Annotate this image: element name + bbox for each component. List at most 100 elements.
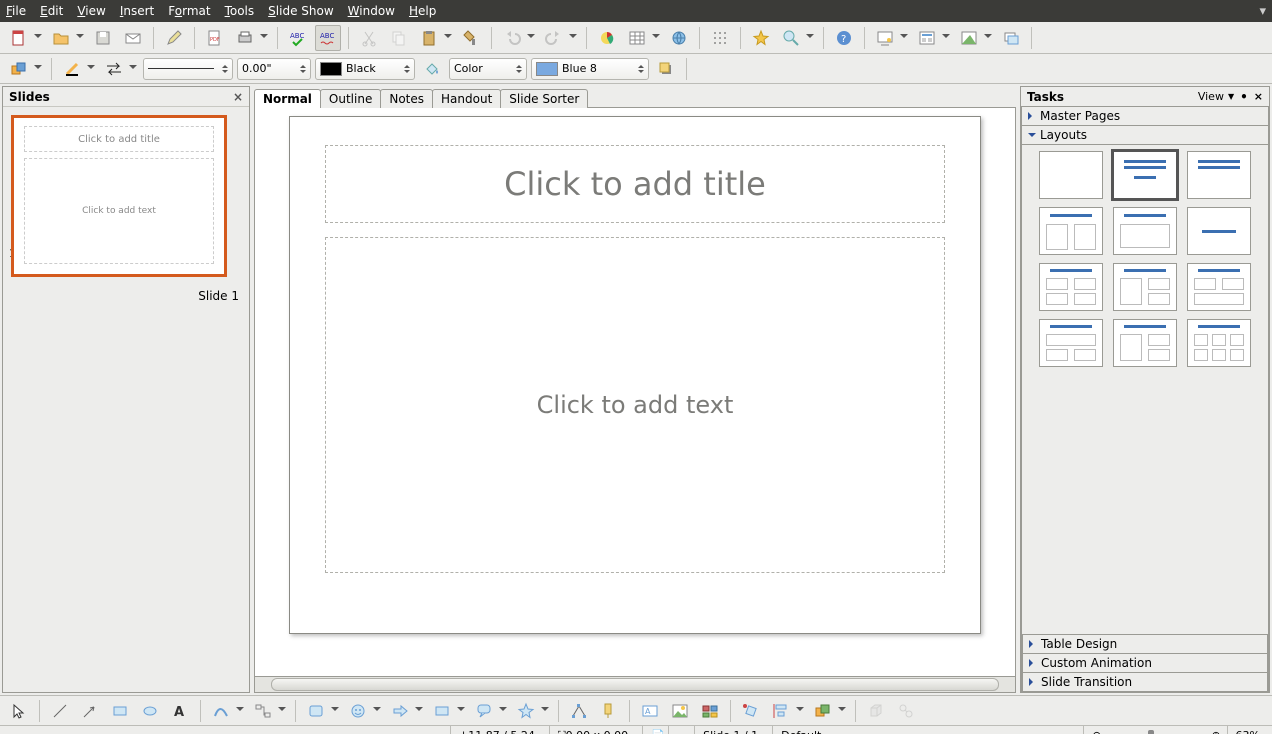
line-style-combo[interactable] [143, 58, 233, 80]
curve-dropdown[interactable] [234, 698, 246, 724]
chart-button[interactable] [594, 25, 620, 51]
menu-view[interactable]: View [77, 4, 105, 18]
rotate-tool[interactable] [738, 698, 764, 724]
text-tool[interactable]: A [167, 698, 193, 724]
select-tool[interactable] [6, 698, 32, 724]
slide-layout-button[interactable] [914, 25, 940, 51]
menu-help[interactable]: Help [409, 4, 436, 18]
menu-edit[interactable]: Edit [40, 4, 63, 18]
layout-4boxes[interactable] [1113, 319, 1177, 367]
help-button[interactable]: ? [831, 25, 857, 51]
menu-window[interactable]: Window [348, 4, 395, 18]
section-table-design[interactable]: Table Design [1022, 634, 1268, 654]
redo-button[interactable] [541, 25, 567, 51]
print-dropdown[interactable] [258, 25, 270, 51]
interaction-tool[interactable] [893, 698, 919, 724]
gallery-tool[interactable] [697, 698, 723, 724]
edit-button[interactable] [161, 25, 187, 51]
undo-button[interactable] [499, 25, 525, 51]
star-tool[interactable] [513, 698, 539, 724]
points-tool[interactable] [566, 698, 592, 724]
menu-insert[interactable]: Insert [120, 4, 154, 18]
flowchart-tool[interactable] [429, 698, 455, 724]
zoom-percent[interactable]: 63% [1227, 726, 1268, 734]
arrange-dropdown[interactable] [32, 56, 44, 82]
cut-button[interactable] [356, 25, 382, 51]
basic-shapes-dropdown[interactable] [329, 698, 341, 724]
symbol-shapes-dropdown[interactable] [371, 698, 383, 724]
arrow-style-button[interactable] [101, 56, 127, 82]
shadow-button[interactable] [653, 56, 679, 82]
new-doc-dropdown[interactable] [32, 25, 44, 51]
extrusion-tool[interactable] [863, 698, 889, 724]
hyperlink-button[interactable] [666, 25, 692, 51]
save-button[interactable] [90, 25, 116, 51]
layout-two-content[interactable] [1039, 207, 1103, 255]
from-file-tool[interactable] [667, 698, 693, 724]
line-color-button[interactable] [59, 56, 85, 82]
align-dropdown[interactable] [794, 698, 806, 724]
callout-dropdown[interactable] [497, 698, 509, 724]
arrow-style-dropdown[interactable] [127, 56, 139, 82]
undo-dropdown[interactable] [525, 25, 537, 51]
align-tool[interactable] [768, 698, 794, 724]
layout-title-content[interactable] [1113, 151, 1177, 199]
arrange2-tool[interactable] [810, 698, 836, 724]
line-tool[interactable] [47, 698, 73, 724]
fill-color-combo[interactable]: Blue 8 [531, 58, 649, 80]
paste-button[interactable] [416, 25, 442, 51]
line-color-dropdown[interactable] [85, 56, 97, 82]
table-dropdown[interactable] [650, 25, 662, 51]
title-placeholder[interactable]: Click to add title [325, 145, 945, 223]
rectangle-tool[interactable] [107, 698, 133, 724]
slideshow-button[interactable] [872, 25, 898, 51]
tasks-view-menu[interactable]: View [1198, 90, 1224, 103]
layout-6boxes[interactable] [1187, 319, 1251, 367]
slide-canvas[interactable]: Click to add title Click to add text [289, 116, 981, 634]
section-custom-animation[interactable]: Custom Animation [1022, 653, 1268, 673]
redo-dropdown[interactable] [567, 25, 579, 51]
section-slide-transition[interactable]: Slide Transition [1022, 672, 1268, 692]
curve-tool[interactable] [208, 698, 234, 724]
export-pdf-button[interactable]: PDF [202, 25, 228, 51]
slides-panel-close-icon[interactable]: × [233, 90, 243, 104]
block-arrows-dropdown[interactable] [413, 698, 425, 724]
copy-button[interactable] [386, 25, 412, 51]
zoom-dropdown[interactable] [804, 25, 816, 51]
tab-sorter[interactable]: Slide Sorter [500, 89, 588, 108]
grid-button[interactable] [707, 25, 733, 51]
section-master-pages[interactable]: Master Pages [1021, 106, 1269, 126]
layout-title-only[interactable] [1187, 151, 1251, 199]
slide-master-button[interactable] [998, 25, 1024, 51]
tasks-panel-close-icon[interactable]: × [1254, 90, 1263, 103]
arrange-button[interactable] [6, 56, 32, 82]
callout-tool[interactable] [471, 698, 497, 724]
navigator-button[interactable] [748, 25, 774, 51]
layout-1-over-2[interactable] [1039, 319, 1103, 367]
horizontal-scrollbar[interactable] [254, 677, 1016, 693]
menu-format[interactable]: Format [168, 4, 210, 18]
zoom-out-icon[interactable]: ⊖ [1083, 726, 1109, 734]
email-button[interactable] [120, 25, 146, 51]
status-signature-icon[interactable] [668, 726, 688, 734]
arrange2-dropdown[interactable] [836, 698, 848, 724]
section-layouts[interactable]: Layouts [1021, 125, 1269, 145]
minimize-icon[interactable]: ▾ [1259, 4, 1266, 19]
layout-content-only[interactable] [1113, 207, 1177, 255]
menu-slideshow[interactable]: Slide Show [268, 4, 334, 18]
block-arrows-tool[interactable] [387, 698, 413, 724]
fill-bucket-button[interactable] [419, 56, 445, 82]
new-doc-button[interactable] [6, 25, 32, 51]
layout-2-1[interactable] [1187, 263, 1251, 311]
ellipse-tool[interactable] [137, 698, 163, 724]
arrow-line-tool[interactable] [77, 698, 103, 724]
menu-tools[interactable]: Tools [225, 4, 255, 18]
line-color-combo[interactable]: Black [315, 58, 415, 80]
fontwork-tool[interactable]: A [637, 698, 663, 724]
layout-1-2[interactable] [1113, 263, 1177, 311]
slide-design-dropdown[interactable] [982, 25, 994, 51]
basic-shapes-tool[interactable] [303, 698, 329, 724]
symbol-shapes-tool[interactable] [345, 698, 371, 724]
format-paintbrush-button[interactable] [458, 25, 484, 51]
line-width-combo[interactable]: 0.00" [237, 58, 311, 80]
